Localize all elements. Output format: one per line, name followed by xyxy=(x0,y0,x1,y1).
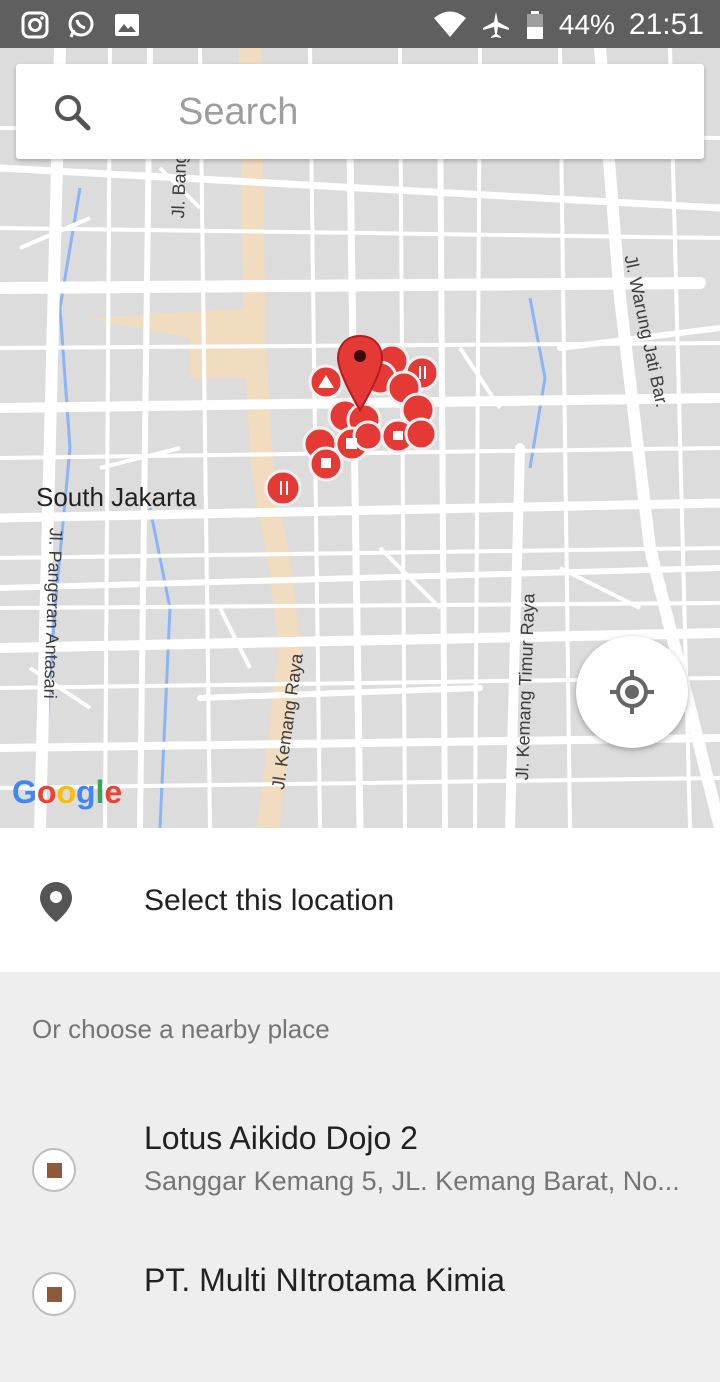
poi-marker xyxy=(404,417,438,451)
list-item[interactable]: Lotus Aikido Dojo 2 Sanggar Kemang 5, JL… xyxy=(0,1120,720,1240)
map-pin-icon xyxy=(40,882,72,922)
battery-icon xyxy=(526,11,543,39)
my-location-icon xyxy=(610,670,654,714)
place-address: Sanggar Kemang 5, JL. Kemang Barat, No..… xyxy=(144,1166,680,1196)
clock: 21:51 xyxy=(628,8,704,41)
list-item[interactable]: PT. Multi NItrotama Kimia xyxy=(0,1262,720,1382)
location-pin-icon[interactable] xyxy=(335,334,385,414)
poi-marker xyxy=(352,420,384,452)
battery-percent: 44% xyxy=(558,9,615,40)
status-bar: 44% 21:51 xyxy=(0,0,720,48)
whatsapp-icon xyxy=(68,11,94,38)
place-type-icon xyxy=(32,1148,76,1192)
search-icon xyxy=(55,95,91,131)
search-bar[interactable] xyxy=(16,64,704,159)
airplane-icon xyxy=(482,12,509,38)
select-location-row[interactable]: Select this location xyxy=(0,828,720,972)
place-name: Lotus Aikido Dojo 2 xyxy=(144,1120,418,1156)
gallery-icon xyxy=(115,14,139,36)
google-logo: Google xyxy=(12,774,123,810)
poi-marker xyxy=(264,469,302,507)
select-location-label: Select this location xyxy=(144,884,395,917)
instagram-icon xyxy=(21,11,49,39)
place-name: PT. Multi NItrotama Kimia xyxy=(144,1262,505,1298)
wifi-icon xyxy=(433,11,466,37)
nearby-header: Or choose a nearby place xyxy=(32,1014,330,1044)
place-type-icon xyxy=(32,1272,76,1316)
search-input[interactable] xyxy=(176,86,680,138)
my-location-button[interactable] xyxy=(576,636,688,748)
